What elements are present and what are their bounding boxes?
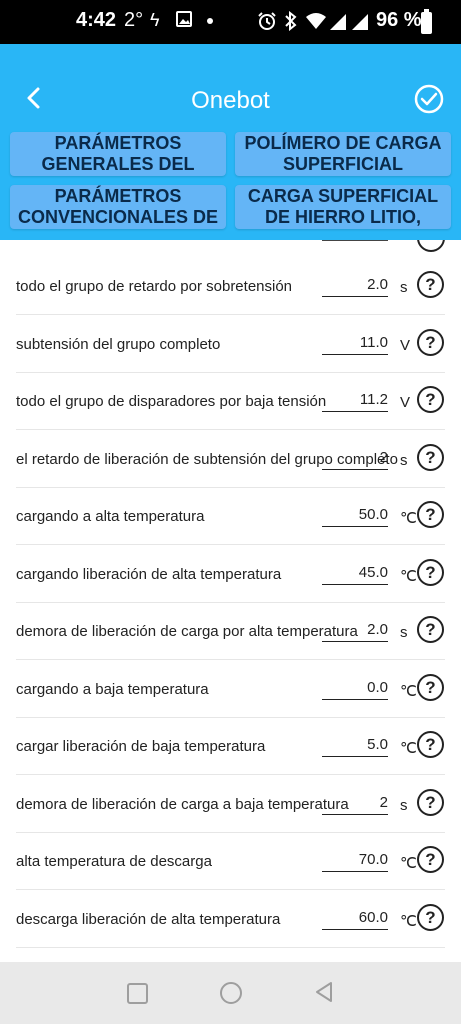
parameter-row: cargando liberación de alta temperatura …	[16, 545, 445, 603]
parameter-row: todo el grupo de disparadores por baja t…	[16, 372, 445, 430]
tab-iron-lithium-surface-charge[interactable]: CARGA SUPERFICIAL DE HIERRO LITIO, DESCA…	[235, 185, 451, 229]
parameter-row: demora de liberación de carga por alta t…	[16, 602, 445, 660]
recents-button[interactable]	[127, 983, 148, 1004]
parameter-value-input[interactable]: 5.0	[322, 736, 388, 757]
wifi-icon	[305, 12, 327, 35]
tab-label: PARÁMETROS GENERALES DEL	[41, 133, 195, 174]
parameter-value-input[interactable]: 2	[322, 794, 388, 815]
confirm-button[interactable]	[414, 84, 444, 114]
parameter-label: demora de liberación de carga a baja tem…	[16, 796, 349, 813]
battery-icon	[421, 9, 432, 34]
navigation-bar	[0, 962, 461, 1024]
parameter-value-input[interactable]: 11.2	[322, 391, 388, 412]
parameter-row: todo el grupo de retardo por sobretensió…	[16, 257, 445, 315]
tab-label: PARÁMETROS CONVENCIONALES DE	[17, 186, 219, 227]
tab-label: POLÍMERO DE CARGA SUPERFICIAL DESCARGA	[244, 133, 442, 176]
tab-polymer-surface-charge[interactable]: POLÍMERO DE CARGA SUPERFICIAL DESCARGA	[235, 132, 451, 176]
parameter-row: el retardo de liberación de subtensión d…	[16, 430, 445, 488]
parameter-value-input[interactable]: 45.0	[322, 564, 388, 585]
parameter-row: alta temperatura de descarga 70.0 ℃ ?	[16, 832, 445, 890]
help-icon[interactable]: ?	[417, 616, 444, 643]
parameter-label: cargando liberación de alta temperatura	[16, 566, 282, 583]
help-icon[interactable]: ?	[417, 386, 444, 413]
parameter-row: cargando a baja temperatura 0.0 ℃ ?	[16, 660, 445, 718]
parameter-row: cargando a alta temperatura 50.0 ℃ ?	[16, 487, 445, 545]
help-icon[interactable]: ?	[417, 674, 444, 701]
battery-percent: 96 %	[376, 9, 422, 31]
tab-label: CARGA SUPERFICIAL DE HIERRO LITIO, DESCA…	[247, 186, 439, 229]
parameter-label: todo el grupo de retardo por sobretensió…	[16, 278, 293, 295]
partial-input-underline	[322, 240, 388, 241]
help-icon[interactable]: ?	[417, 731, 444, 758]
parameter-row: cargar liberación de baja temperatura 5.…	[16, 717, 445, 775]
partial-help-icon	[417, 240, 445, 252]
signal-icon-2	[351, 13, 369, 36]
help-icon[interactable]: ?	[417, 559, 444, 586]
parameter-value-input[interactable]: 50.0	[322, 506, 388, 527]
image-icon	[176, 11, 192, 32]
flash-icon: ϟ	[150, 10, 160, 30]
parameter-label: demora de liberación de carga por alta t…	[16, 623, 358, 640]
parameter-value-input[interactable]: 2.0	[322, 621, 388, 642]
parameter-value-input[interactable]: 2	[322, 449, 388, 470]
triangle-back-icon	[316, 982, 332, 1002]
alarm-icon	[257, 11, 277, 36]
help-icon[interactable]: ?	[417, 501, 444, 528]
parameter-row: descarga liberación de alta temperatura …	[16, 890, 445, 948]
parameter-label: descarga liberación de alta temperatura	[16, 911, 281, 928]
help-icon[interactable]: ?	[417, 271, 444, 298]
signal-icon-1	[329, 13, 347, 36]
parameter-label: alta temperatura de descarga	[16, 853, 212, 870]
status-time: 4:42	[76, 9, 117, 31]
parameter-value-input[interactable]: 60.0	[322, 909, 388, 930]
help-icon[interactable]: ?	[417, 904, 444, 931]
parameter-value-input[interactable]: 2.0	[322, 276, 388, 297]
bluetooth-icon	[284, 10, 298, 36]
help-icon[interactable]: ?	[417, 789, 444, 816]
help-icon[interactable]: ?	[417, 846, 444, 873]
notification-dot-icon	[207, 18, 213, 24]
parameter-value-input[interactable]: 11.0	[322, 334, 388, 355]
parameter-label: cargar liberación de baja temperatura	[16, 738, 266, 755]
parameter-label: cargando a baja temperatura	[16, 681, 209, 698]
tab-general-parameters[interactable]: PARÁMETROS GENERALES DEL	[10, 132, 226, 176]
help-icon[interactable]: ?	[417, 329, 444, 356]
parameter-label: subtensión del grupo completo	[16, 336, 221, 353]
tab-conventional-parameters[interactable]: PARÁMETROS CONVENCIONALES DE	[10, 185, 226, 229]
parameter-label: cargando a alta temperatura	[16, 508, 205, 525]
check-circle-icon	[414, 84, 444, 114]
parameter-list[interactable]: todo el grupo de retardo por sobretensió…	[0, 240, 461, 962]
help-icon[interactable]: ?	[417, 444, 444, 471]
app-header: Onebot PARÁMETROS GENERALES DEL POLÍMERO…	[0, 44, 461, 240]
status-temperature: 2°	[124, 9, 144, 31]
parameter-row: demora de liberación de carga a baja tem…	[16, 775, 445, 833]
parameter-row: subtensión del grupo completo 11.0 V ?	[16, 315, 445, 373]
parameter-value-input[interactable]: 0.0	[322, 679, 388, 700]
status-bar: 4:42 2° ϟ 96 %	[0, 0, 461, 44]
nav-back-button[interactable]	[314, 981, 334, 1008]
page-title: Onebot	[191, 87, 270, 114]
home-button[interactable]	[220, 982, 242, 1004]
parameter-label: todo el grupo de disparadores por baja t…	[16, 393, 327, 410]
parameter-value-input[interactable]: 70.0	[322, 851, 388, 872]
